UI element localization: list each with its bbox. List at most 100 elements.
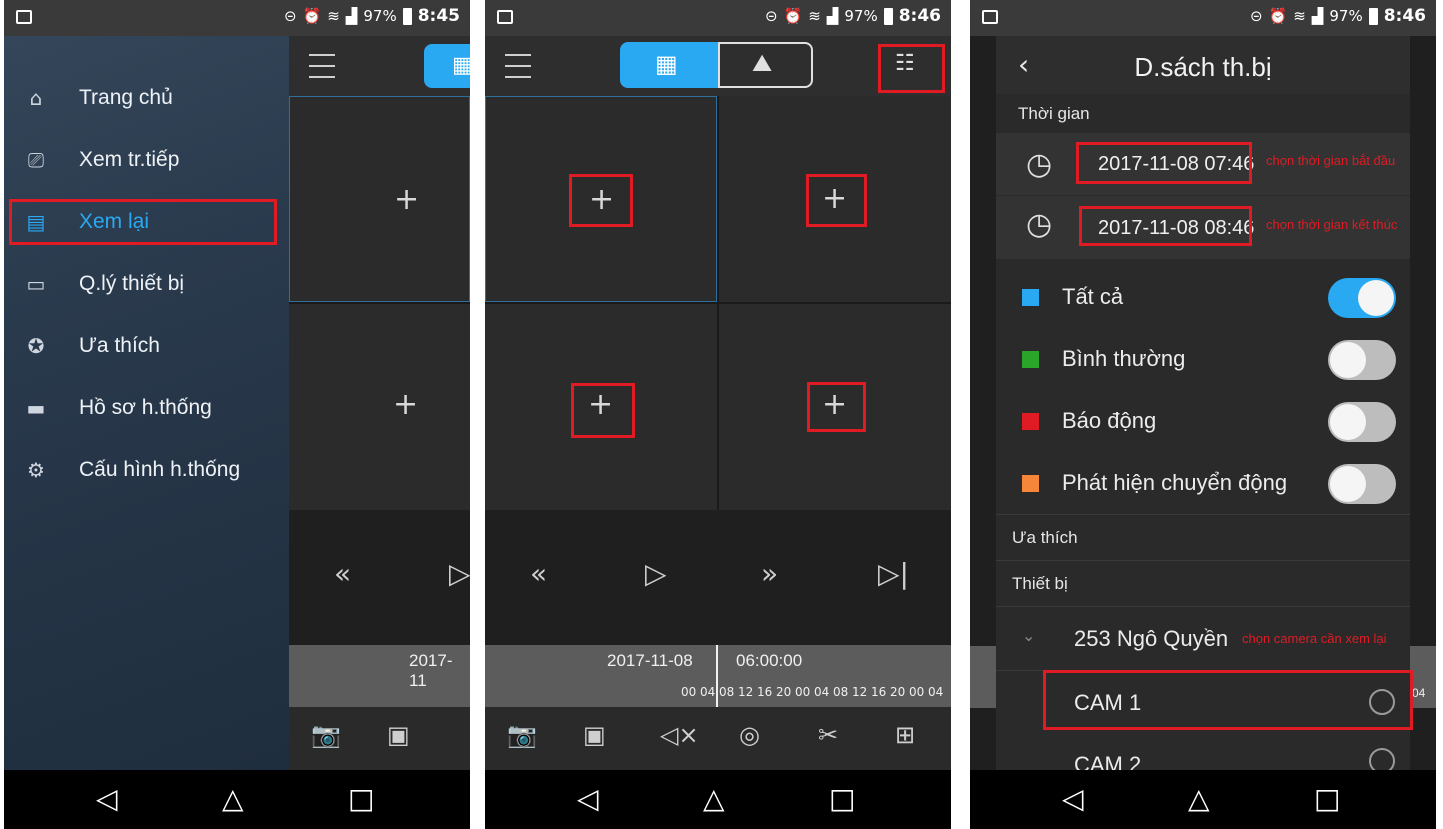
drawer-item-records[interactable]: ▬ Hồ sơ h.thống — [4, 388, 289, 428]
cut-icon[interactable]: ✂ — [818, 721, 838, 749]
toggle-switch[interactable] — [1328, 278, 1396, 318]
record-icon[interactable]: ▣ — [583, 721, 606, 749]
timeline-tick: 16 — [757, 685, 773, 699]
gallery-icon — [982, 10, 998, 24]
status-right: ⊝ ⏰ ≋ ▟ 97% 8:45 — [284, 6, 460, 26]
toggle-knob — [1358, 280, 1394, 316]
camera-radio[interactable] — [1369, 748, 1395, 770]
speed-icon[interactable]: ◎ — [739, 721, 760, 749]
signal-icon: ▟ — [1311, 7, 1324, 25]
back-icon[interactable]: ◁ — [577, 784, 599, 814]
alarm-icon: ⏰ — [1268, 7, 1288, 25]
timeline[interactable]: 2017-11-08 06:00:00 00 04 08 12 16 20 00 04 08 12… — [485, 645, 951, 707]
filter-row-all[interactable]: Tất cả — [996, 266, 1410, 329]
filter-row-alarm[interactable]: Báo động — [996, 390, 1410, 453]
folder-icon: ▬ — [26, 396, 46, 420]
drawer-item-label: Hồ sơ h.thống — [79, 396, 212, 419]
menu-icon[interactable] — [309, 54, 335, 87]
timeline-time: 06:00:00 — [736, 651, 803, 670]
drawer-item-label: Q.lý thiết bị — [79, 272, 185, 295]
video-cell[interactable]: + — [289, 96, 470, 302]
android-nav-bar: ◁ △ □ — [970, 770, 1436, 829]
signal-icon: ▟ — [826, 7, 839, 25]
page-title: D.sách th.bị — [1134, 52, 1272, 82]
add-icon[interactable]: + — [393, 390, 418, 420]
menu-icon[interactable] — [505, 54, 531, 87]
video-cell[interactable]: + — [289, 304, 470, 510]
record-icon[interactable]: ▣ — [387, 721, 410, 749]
snapshot-icon[interactable]: 📷 — [507, 721, 537, 749]
play-icon[interactable]: ▷ — [645, 557, 667, 590]
filter-row-normal[interactable]: Bình thường — [996, 328, 1410, 391]
timeline-tick: 12 — [852, 685, 868, 699]
drawer-item-devices[interactable]: ▭ Q.lý thiết bị — [4, 264, 289, 304]
toggle-switch[interactable] — [1328, 402, 1396, 442]
device-note: chọn camera cần xem lại — [1242, 631, 1387, 646]
highlight-box — [878, 44, 945, 93]
filter-label: Bình thường — [1062, 346, 1186, 371]
highlight-box — [1076, 142, 1252, 184]
timeline-date: 2017-11 — [409, 651, 453, 690]
mute-icon[interactable]: ◁× — [660, 721, 699, 749]
device-group-row[interactable]: ⌄ 253 Ngô Quyền chọn camera cần xem lại — [996, 608, 1410, 670]
drawer-item-home[interactable]: ⌂ Trang chủ — [4, 78, 289, 118]
camera-name: CAM 2 — [1074, 752, 1142, 770]
timeline-tick: 20 — [776, 685, 792, 699]
drawer-item-favorites[interactable]: ✪ Ưa thích — [4, 326, 289, 366]
status-bar: ⊝ ⏰ ≋ ▟ 97% 8:46 — [970, 0, 1436, 36]
play-icon[interactable]: ▷ — [449, 557, 470, 590]
timeline[interactable]: 2017-11 — [289, 645, 470, 707]
start-time-icon: ◷ — [1026, 147, 1053, 182]
playback-controls: « ▷ — [289, 510, 470, 645]
battery-icon — [883, 7, 893, 25]
filter-row-motion[interactable]: Phát hiện chuyển động — [996, 452, 1410, 515]
rewind-icon[interactable]: « — [530, 557, 547, 590]
image-mode-tab[interactable]: ⛰ — [718, 42, 813, 88]
favorites-section-header[interactable]: Ưa thích — [1012, 528, 1426, 548]
camera-icon: ⎚ — [28, 148, 44, 172]
battery-icon — [402, 7, 412, 25]
alarm-icon: ⏰ — [783, 7, 803, 25]
rewind-icon[interactable]: « — [334, 557, 351, 590]
back-icon[interactable]: ◁ — [96, 784, 118, 814]
drawer-item-live[interactable]: ⎚ Xem tr.tiếp — [4, 140, 289, 180]
recents-icon[interactable]: □ — [829, 784, 855, 814]
add-icon[interactable]: + — [394, 185, 419, 215]
recents-icon[interactable]: □ — [348, 784, 374, 814]
panel-header: ‹ D.sách th.bị — [996, 36, 1410, 94]
timeline-tick: 08 — [833, 685, 849, 699]
toolbar: 📷 ▣ — [289, 707, 470, 770]
home-nav-icon[interactable]: △ — [703, 784, 725, 814]
clock: 8:46 — [1383, 6, 1426, 26]
next-frame-icon[interactable]: ▷| — [878, 557, 909, 590]
timeline-tick: 20 — [890, 685, 906, 699]
timeline-tick: 12 — [738, 685, 754, 699]
video-mode-tab[interactable]: ▦ — [620, 42, 718, 88]
color-swatch — [1022, 475, 1039, 492]
timeline-tick: 08 — [719, 685, 735, 699]
star-icon: ✪ — [27, 334, 45, 358]
filter-label: Tất cả — [1062, 284, 1124, 309]
clock: 8:45 — [417, 6, 460, 26]
timeline-tick: 04 — [814, 685, 830, 699]
timeline-tick: 04 — [700, 685, 716, 699]
back-icon[interactable]: ◁ — [1062, 784, 1084, 814]
toggle-knob — [1330, 466, 1366, 502]
recents-icon[interactable]: □ — [1314, 784, 1340, 814]
fast-forward-icon[interactable]: » — [761, 557, 778, 590]
drawer-item-settings[interactable]: ⚙ Cấu hình h.thống — [4, 450, 289, 490]
start-time-note: chọn thời gian bắt đầu — [1266, 153, 1396, 168]
highlight-box — [1043, 670, 1413, 730]
timeline-tick: 00 — [795, 685, 811, 699]
close-window-icon[interactable]: ⊞ — [895, 721, 915, 749]
color-swatch — [1022, 289, 1039, 306]
filter-label: Báo động — [1062, 408, 1157, 433]
toggle-switch[interactable] — [1328, 464, 1396, 504]
camera-row[interactable]: CAM 2 — [996, 734, 1410, 770]
snapshot-icon[interactable]: 📷 — [311, 721, 341, 749]
highlight-box — [9, 199, 277, 245]
home-nav-icon[interactable]: △ — [1188, 784, 1210, 814]
playback-mode-button[interactable]: ▦ — [424, 44, 470, 88]
home-nav-icon[interactable]: △ — [222, 784, 244, 814]
toggle-switch[interactable] — [1328, 340, 1396, 380]
